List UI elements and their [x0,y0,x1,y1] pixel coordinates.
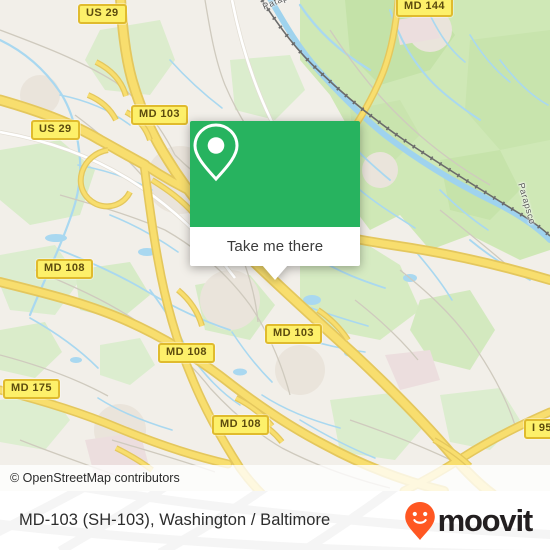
map-attribution[interactable]: © OpenStreetMap contributors [0,465,550,491]
attribution-text: © OpenStreetMap contributors [10,471,180,485]
station-popup[interactable]: Take me there [190,121,360,280]
take-me-there-label: Take me there [226,238,324,255]
moovit-map-screenshot: US 29 MD 144 MD 103 US 29 MD 108 MD 103 MD 108… [0,0,550,550]
moovit-logo[interactable]: moovit [404,501,534,541]
moovit-wordmark: moovit [437,503,534,538]
highway-shield: US 29 [31,120,80,140]
highway-shield: I 95 [524,419,550,439]
highway-shield: MD 108 [158,343,215,363]
highway-shield: MD 108 [212,415,269,435]
highway-shield: MD 175 [3,379,60,399]
highway-shield: MD 144 [396,0,453,17]
location-pin-icon [193,123,239,182]
highway-shield: MD 108 [36,259,93,279]
moovit-pin-smiley-icon [404,501,435,540]
highway-shield: MD 103 [265,324,322,344]
map-canvas[interactable]: US 29 MD 144 MD 103 US 29 MD 108 MD 103 MD 108… [0,0,550,491]
popup-header [190,121,360,227]
highway-shield: MD 103 [131,105,188,125]
footer-bar: MD-103 (SH-103), Washington / Baltimore … [0,491,550,550]
popup-action[interactable]: Take me there [190,227,360,280]
page-title: MD-103 (SH-103), Washington / Baltimore [19,511,331,529]
popup-tail [262,265,288,280]
highway-shield: US 29 [78,4,127,24]
